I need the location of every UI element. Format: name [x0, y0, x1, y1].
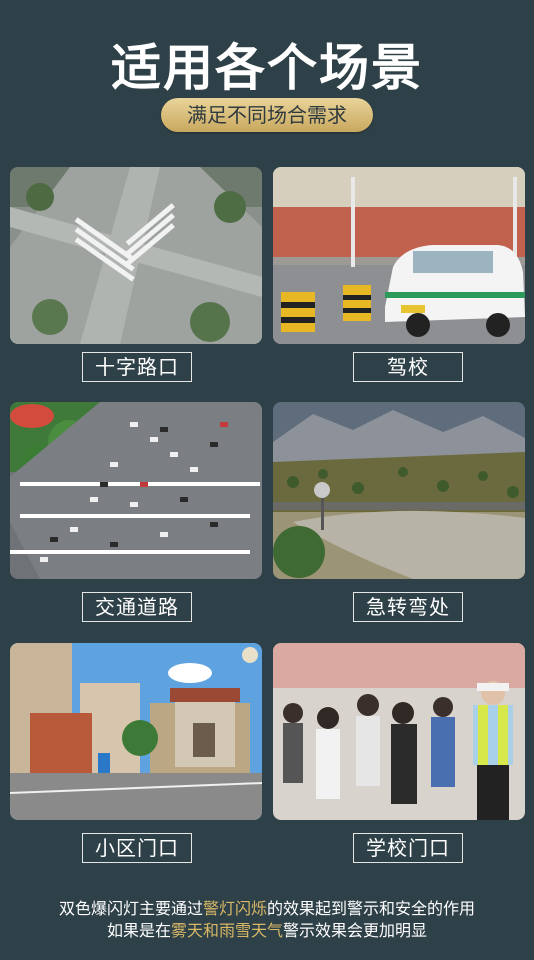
footer-line-1: 双色爆闪灯主要通过警灯闪烁的效果起到警示和安全的作用 [0, 898, 534, 920]
footer-line-1-text: 双色爆闪灯主要通过 [58, 899, 203, 918]
scene-label-intersection: 十字路口 [82, 352, 192, 382]
footer-line-1-tail: 的效果起到警示和安全的作用 [267, 899, 476, 918]
subtitle-badge: 满足不同场合需求 [161, 98, 373, 132]
scene-image-intersection [10, 167, 262, 344]
footer-line-2-text: 如果是在 [106, 921, 171, 940]
scene-label-traffic-road: 交通道路 [82, 592, 192, 622]
scene-image-sharp-bend [273, 402, 525, 579]
scene-label-sharp-bend: 急转弯处 [353, 592, 463, 622]
scene-image-community-gate [10, 643, 262, 820]
footer-description: 双色爆闪灯主要通过警灯闪烁的效果起到警示和安全的作用 如果是在雾天和雨雪天气警示… [0, 898, 534, 942]
page-title: 适用各个场景 [111, 39, 423, 97]
scene-image-traffic-road [10, 402, 262, 579]
scene-label-community-gate: 小区门口 [82, 833, 192, 863]
scene-image-driving-school [273, 167, 525, 344]
scene-label-driving-school: 驾校 [353, 352, 463, 382]
footer-line-2-highlight: 雾天和雨雪天气 [170, 921, 283, 940]
scene-label-school-gate: 学校门口 [353, 833, 463, 863]
footer-line-2-tail: 警示效果会更加明显 [283, 921, 428, 940]
footer-line-1-highlight: 警灯闪烁 [202, 899, 267, 918]
scene-image-school-gate [273, 643, 525, 820]
footer-line-2: 如果是在雾天和雨雪天气警示效果会更加明显 [0, 920, 534, 942]
